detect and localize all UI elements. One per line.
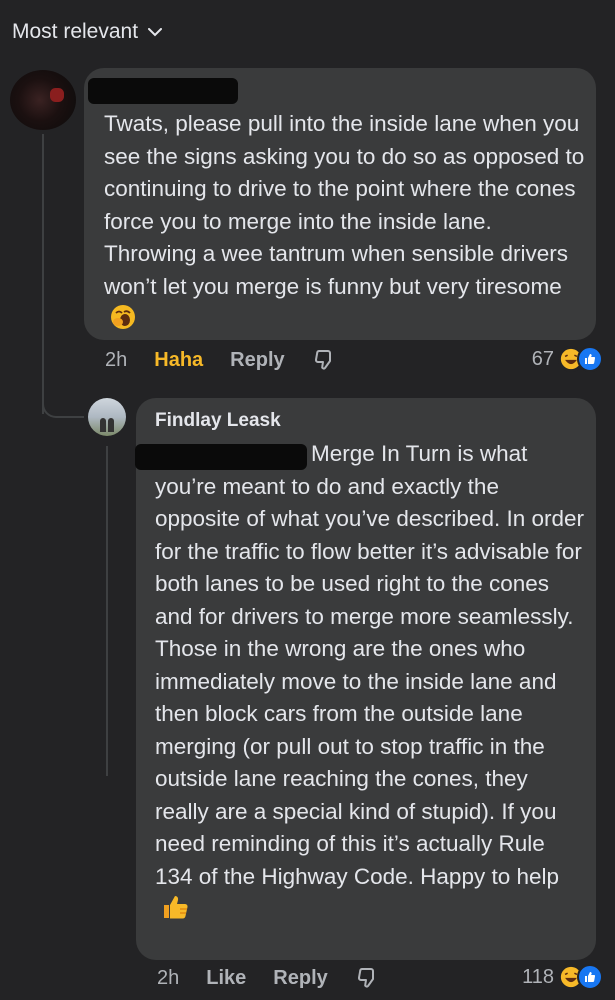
sort-dropdown[interactable]: Most relevant [12, 20, 163, 44]
thread-connector [42, 380, 84, 418]
avatar[interactable] [88, 398, 126, 436]
timestamp[interactable]: 2h [105, 349, 127, 372]
thumbs-down-icon[interactable] [355, 966, 379, 990]
haha-reaction-button[interactable]: Haha [154, 349, 203, 372]
avatar[interactable] [10, 70, 76, 130]
reaction-count: 118 [522, 965, 554, 988]
thread-line [42, 134, 44, 414]
reaction-summary[interactable]: 67 [532, 346, 603, 372]
comment-actions: 2h Haha Reply [105, 348, 363, 372]
thumbs-up-emoji [161, 893, 191, 931]
yawning-face-emoji [110, 304, 136, 340]
thumbs-down-icon[interactable] [312, 348, 336, 372]
comment-text: Twats, please pull into the inside lane … [104, 108, 589, 340]
reaction-summary[interactable]: 118 [522, 964, 603, 990]
like-emoji-icon [577, 346, 603, 372]
comment-author[interactable]: Findlay Leask [155, 410, 281, 432]
reply-thread-line [106, 446, 108, 776]
reply-button[interactable]: Reply [273, 967, 327, 990]
sort-label: Most relevant [12, 20, 139, 43]
reply-button[interactable]: Reply [230, 349, 284, 372]
chevron-down-icon [148, 27, 163, 36]
timestamp[interactable]: 2h [157, 967, 179, 990]
like-button[interactable]: Like [206, 967, 246, 990]
like-emoji-icon [577, 964, 603, 990]
reaction-count: 67 [531, 347, 554, 370]
redacted-name [88, 78, 238, 104]
reply-actions: 2h Like Reply [157, 966, 406, 990]
reply-text: Merge In Turn is what you’re meant to do… [155, 438, 585, 931]
